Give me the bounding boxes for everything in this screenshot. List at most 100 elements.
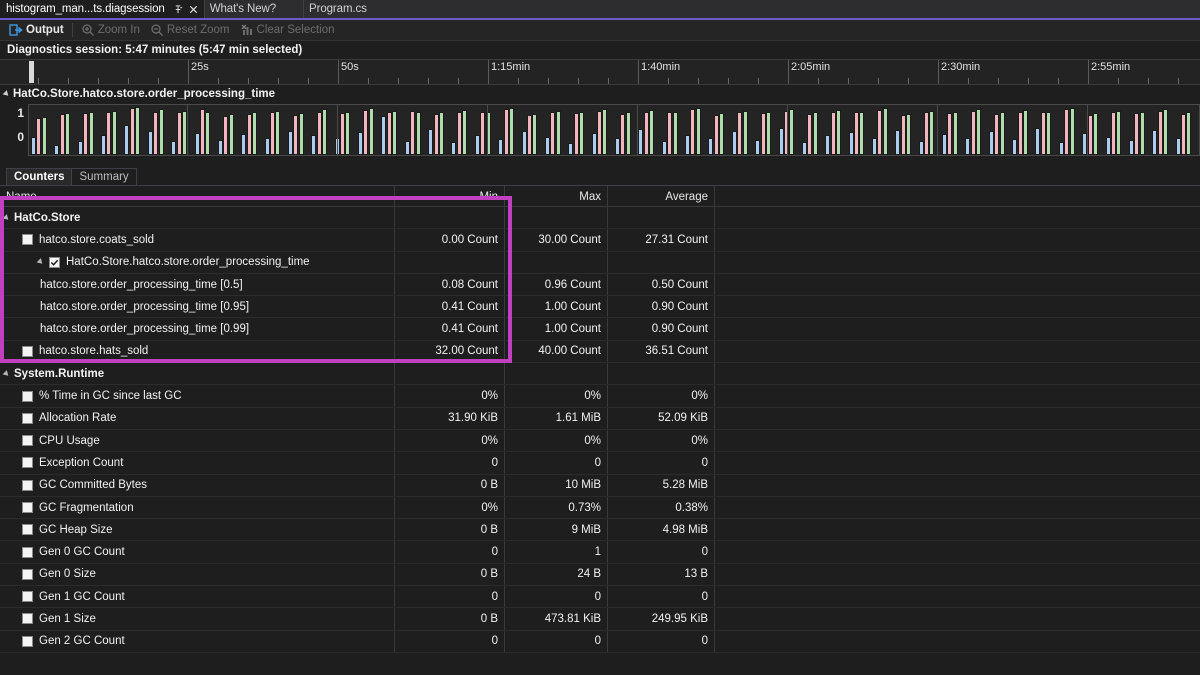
column-header-max[interactable]: Max <box>505 186 608 207</box>
table-row[interactable]: Gen 0 GC Count010 <box>0 541 1200 563</box>
row-checkbox[interactable] <box>22 435 33 446</box>
row-label: Gen 0 Size <box>39 568 96 580</box>
table-row[interactable]: hatco.store.order_processing_time [0.95]… <box>0 296 1200 318</box>
cell-name[interactable]: Gen 0 Size <box>0 564 395 585</box>
clear-selection-button[interactable]: Clear Selection <box>235 21 340 40</box>
cell-name[interactable]: GC Heap Size <box>0 519 395 540</box>
row-checkbox[interactable] <box>22 613 33 624</box>
cell-name[interactable]: Gen 1 GC Count <box>0 586 395 607</box>
histogram-bar <box>223 116 228 155</box>
tab-counters[interactable]: Counters <box>6 168 72 185</box>
row-checkbox[interactable] <box>22 457 33 468</box>
table-row[interactable]: hatco.store.order_processing_time [0.5]0… <box>0 274 1200 296</box>
editor-tab-0[interactable]: histogram_man...ts.diagsession <box>0 0 204 18</box>
row-checkbox[interactable] <box>22 636 33 647</box>
column-header-name[interactable]: Name <box>0 186 395 207</box>
histogram-bar <box>849 132 854 155</box>
cell-name[interactable]: HatCo.Store <box>0 207 395 228</box>
cell-name[interactable]: % Time in GC since last GC <box>0 385 395 406</box>
reset-zoom-button[interactable]: Reset Zoom <box>145 21 235 40</box>
cell-name[interactable]: Gen 0 GC Count <box>0 541 395 562</box>
table-row[interactable]: GC Fragmentation0%0.73%0.38% <box>0 497 1200 519</box>
table-row[interactable]: CPU Usage0%0%0% <box>0 430 1200 452</box>
ruler-minor-tick <box>668 78 669 84</box>
expand-triangle-icon[interactable] <box>3 370 11 378</box>
row-checkbox[interactable] <box>49 257 60 268</box>
cell-name[interactable]: Exception Count <box>0 452 395 473</box>
histogram-bar <box>252 112 257 155</box>
table-row[interactable]: System.Runtime <box>0 363 1200 385</box>
table-row[interactable]: Gen 1 Size0 B473.81 KiB249.95 KiB <box>0 608 1200 630</box>
histogram-bar <box>1012 139 1017 155</box>
row-checkbox[interactable] <box>22 413 33 424</box>
table-row[interactable]: HatCo.Store <box>0 207 1200 229</box>
table-row[interactable]: GC Committed Bytes0 B10 MiB5.28 MiB <box>0 475 1200 497</box>
ruler-tick-label: 25s <box>188 61 209 73</box>
histogram-bar <box>1093 113 1098 155</box>
collapse-triangle-icon[interactable] <box>3 90 11 98</box>
output-button[interactable]: Output <box>4 21 69 40</box>
editor-tab-2[interactable]: Program.cs <box>303 0 394 18</box>
row-checkbox[interactable] <box>22 591 33 602</box>
cell-name[interactable]: HatCo.Store.hatco.store.order_processing… <box>0 252 395 273</box>
table-row[interactable]: hatco.store.order_processing_time [0.99]… <box>0 318 1200 340</box>
cell-min: 0 <box>395 452 505 473</box>
table-row[interactable]: % Time in GC since last GC0%0%0% <box>0 385 1200 407</box>
expand-triangle-icon[interactable] <box>37 258 45 266</box>
histogram-plot[interactable] <box>28 104 1200 156</box>
cell-name[interactable]: hatco.store.order_processing_time [0.5] <box>0 274 395 295</box>
ruler-tick-label: 2:30min <box>938 61 980 73</box>
ruler-minor-tick <box>1028 78 1029 84</box>
cell-min: 0.41 Count <box>395 318 505 339</box>
close-icon[interactable] <box>186 1 201 17</box>
row-checkbox[interactable] <box>22 346 33 357</box>
row-checkbox[interactable] <box>22 524 33 535</box>
row-checkbox[interactable] <box>22 547 33 558</box>
cell-name[interactable]: CPU Usage <box>0 430 395 451</box>
timeline-ruler[interactable]: 25s50s1:15min1:40min2:05min2:30min2:55mi… <box>0 59 1200 85</box>
cell-filler <box>715 564 1200 585</box>
table-row[interactable]: Gen 2 GC Count000 <box>0 631 1200 653</box>
zoom-in-button[interactable]: Zoom In <box>76 21 145 40</box>
cell-name[interactable]: hatco.store.order_processing_time [0.99] <box>0 318 395 339</box>
table-row[interactable]: Gen 0 Size0 B24 B13 B <box>0 564 1200 586</box>
table-row[interactable]: Gen 1 GC Count000 <box>0 586 1200 608</box>
cell-name[interactable]: Allocation Rate <box>0 408 395 429</box>
cell-name[interactable]: Gen 1 Size <box>0 608 395 629</box>
cell-filler <box>715 541 1200 562</box>
cell-name[interactable]: GC Fragmentation <box>0 497 395 518</box>
zoom-in-icon <box>81 23 95 37</box>
expand-triangle-icon[interactable] <box>3 214 11 222</box>
table-row[interactable]: Allocation Rate31.90 KiB1.61 MiB52.09 Ki… <box>0 408 1200 430</box>
table-row[interactable]: hatco.store.coats_sold0.00 Count30.00 Co… <box>0 229 1200 251</box>
histogram-bar <box>457 112 462 155</box>
cell-name[interactable]: Gen 2 GC Count <box>0 631 395 652</box>
ruler-minor-tick <box>518 78 519 84</box>
chart-header[interactable]: HatCo.Store.hatco.store.order_processing… <box>0 85 1200 102</box>
table-row[interactable]: HatCo.Store.hatco.store.order_processing… <box>0 252 1200 274</box>
row-checkbox[interactable] <box>22 569 33 580</box>
row-checkbox[interactable] <box>22 502 33 513</box>
table-row[interactable]: hatco.store.hats_sold32.00 Count40.00 Co… <box>0 341 1200 363</box>
cell-max: 9 MiB <box>505 519 608 540</box>
pin-icon[interactable] <box>171 1 186 17</box>
cell-name[interactable]: hatco.store.order_processing_time [0.95] <box>0 296 395 317</box>
row-checkbox[interactable] <box>22 234 33 245</box>
cell-name[interactable]: GC Committed Bytes <box>0 475 395 496</box>
histogram-bar <box>60 114 65 155</box>
column-header-average[interactable]: Average <box>608 186 715 207</box>
editor-tab-1[interactable]: What's New? <box>204 0 303 18</box>
table-row[interactable]: Exception Count000 <box>0 452 1200 474</box>
table-row[interactable]: GC Heap Size0 B9 MiB4.98 MiB <box>0 519 1200 541</box>
row-checkbox[interactable] <box>22 480 33 491</box>
histogram-bar <box>579 112 584 155</box>
tab-summary[interactable]: Summary <box>71 168 136 185</box>
cell-name[interactable]: hatco.store.coats_sold <box>0 229 395 250</box>
column-header-min[interactable]: Min <box>395 186 505 207</box>
row-checkbox[interactable] <box>22 391 33 402</box>
cell-name[interactable]: System.Runtime <box>0 363 395 384</box>
cell-name[interactable]: hatco.store.hats_sold <box>0 341 395 362</box>
cell-average <box>608 252 715 273</box>
cell-max: 1.61 MiB <box>505 408 608 429</box>
timeline-selection-handle[interactable] <box>29 61 34 83</box>
